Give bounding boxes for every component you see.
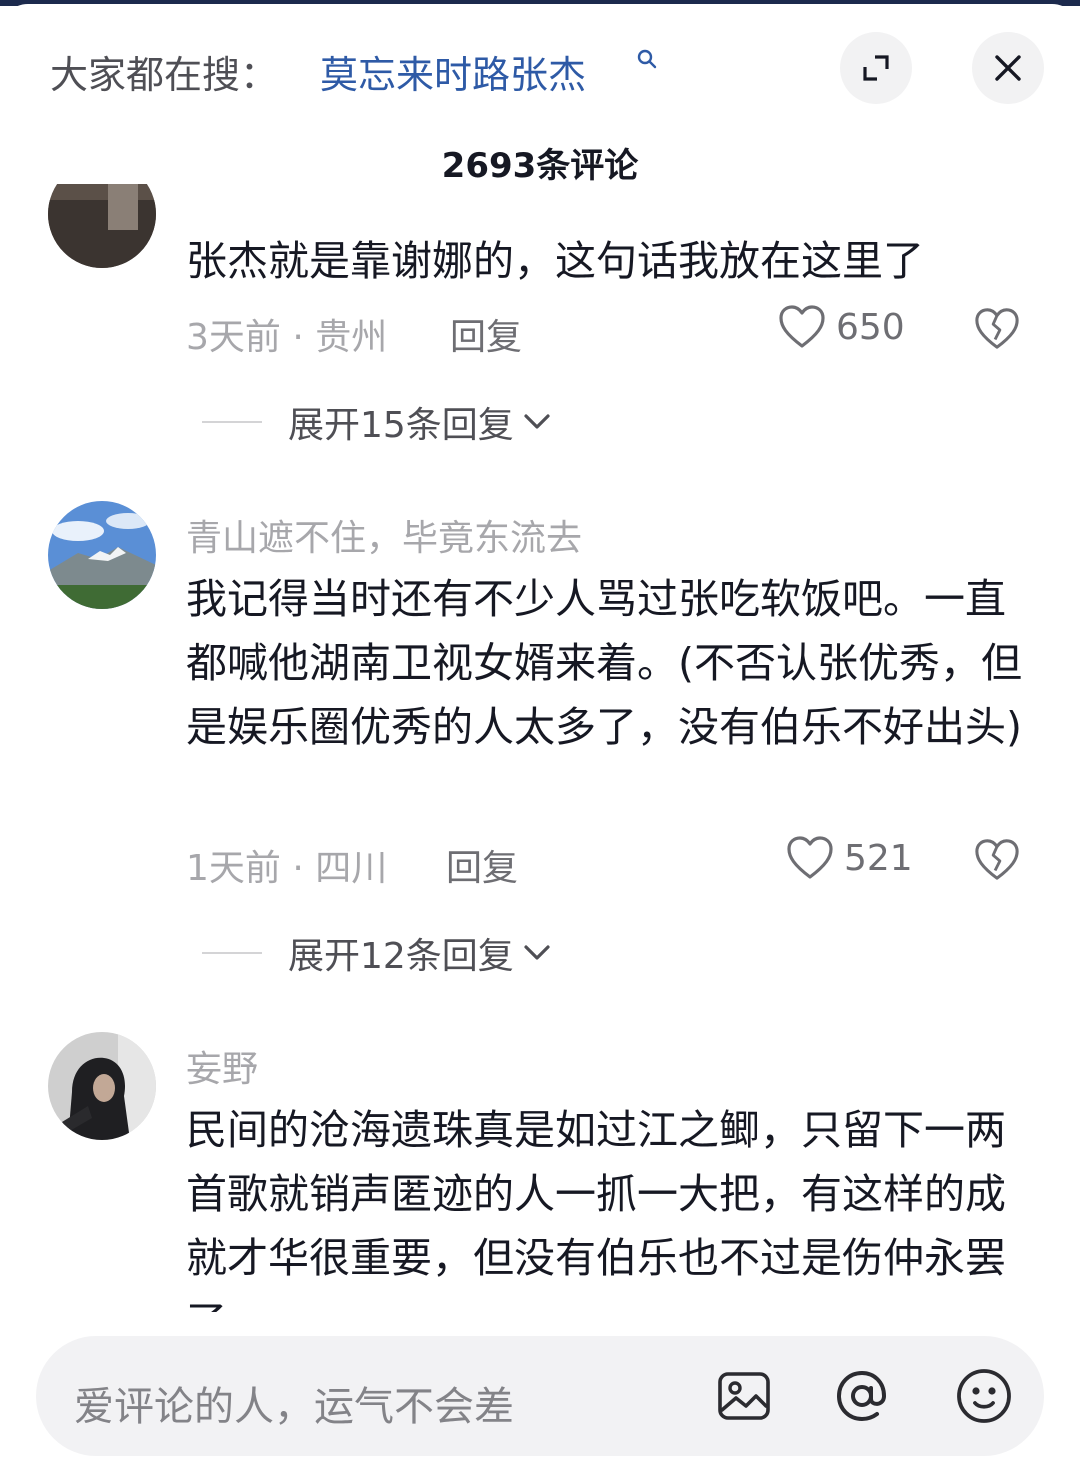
at-icon[interactable]: [832, 1366, 892, 1426]
like-count: 521: [844, 837, 913, 879]
like-count: 650: [836, 306, 905, 348]
comment-meta: 3天前 · 贵州: [186, 317, 388, 358]
search-term-link[interactable]: 莫忘来时路张杰: [320, 44, 586, 99]
heart-icon: [779, 305, 825, 348]
comment-input-bar[interactable]: 爱评论的人，运气不会差: [36, 1336, 1044, 1456]
chevron-down-icon: [524, 414, 550, 429]
expand-replies-label: 展开15条回复: [288, 405, 514, 446]
broken-heart-icon[interactable]: [974, 306, 1020, 352]
comment-text: 民间的沧海遗珠真是如过江之鲫，只留下一两首歌就销声匿迹的人一抓一大把，有这样的成…: [186, 1106, 1006, 1312]
comment-meta: 1天前 · 四川: [186, 848, 388, 889]
close-button[interactable]: [972, 32, 1044, 104]
avatar[interactable]: [48, 501, 156, 609]
expand-replies[interactable]: 展开15条回复: [202, 396, 552, 448]
comment-sheet: 大家都在搜： 莫忘来时路张杰 2693条评论 张杰就是靠谢娜的，这句话我放在这里…: [0, 4, 1080, 1471]
expand-icon: [863, 55, 889, 81]
comment-username[interactable]: 青山遮不住，毕竟东流去: [186, 509, 582, 561]
search-icon[interactable]: [636, 48, 658, 70]
like-button[interactable]: 650: [778, 304, 905, 350]
chevron-down-icon: [524, 945, 550, 960]
avatar[interactable]: [48, 1032, 156, 1140]
avatar[interactable]: [48, 184, 156, 268]
emoji-icon[interactable]: [954, 1366, 1014, 1426]
heart-icon: [787, 836, 833, 879]
broken-heart-icon[interactable]: [974, 837, 1020, 883]
image-icon[interactable]: [714, 1366, 774, 1426]
expand-replies-label: 展开12条回复: [288, 936, 514, 977]
comment-list[interactable]: 张杰就是靠谢娜的，这句话我放在这里了 3天前 · 贵州 回复 650 展开15条…: [0, 184, 1080, 1312]
reply-button[interactable]: 回复: [446, 839, 518, 891]
comment-username[interactable]: 妄野: [186, 1040, 258, 1092]
reply-button[interactable]: 回复: [450, 308, 522, 360]
like-button[interactable]: 521: [786, 835, 913, 881]
expand-button[interactable]: [840, 32, 912, 104]
comment-text: 我记得当时还有不少人骂过张吃软饭吧。一直都喊他湖南卫视女婿来着。(不否认张优秀，…: [186, 575, 1022, 751]
expand-replies[interactable]: 展开12条回复: [202, 927, 552, 979]
divider-line: [202, 952, 262, 954]
comment-input-placeholder[interactable]: 爱评论的人，运气不会差: [74, 1374, 514, 1432]
comment-text: 张杰就是靠谢娜的，这句话我放在这里了: [186, 237, 924, 285]
search-hint-label: 大家都在搜：: [50, 53, 279, 97]
close-icon: [995, 55, 1021, 81]
comment-count: 2693条评论: [441, 146, 639, 186]
divider-line: [202, 421, 262, 423]
